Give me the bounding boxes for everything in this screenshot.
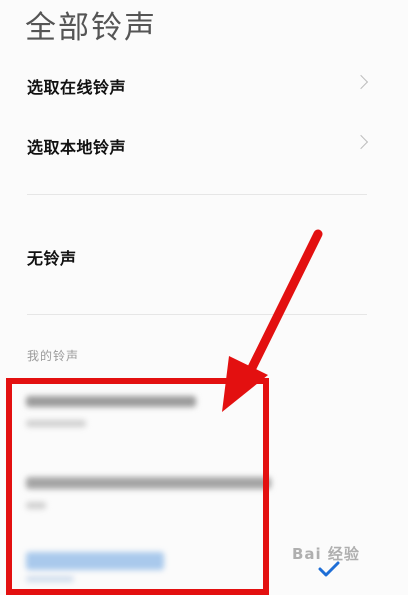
- annotation-highlight-box: [6, 378, 269, 595]
- ringtone-page: 全部铃声 选取在线铃声 选取本地铃声 无铃声 我的铃声 Bai 经验: [0, 0, 408, 595]
- watermark-text: Bai 经验: [292, 545, 360, 563]
